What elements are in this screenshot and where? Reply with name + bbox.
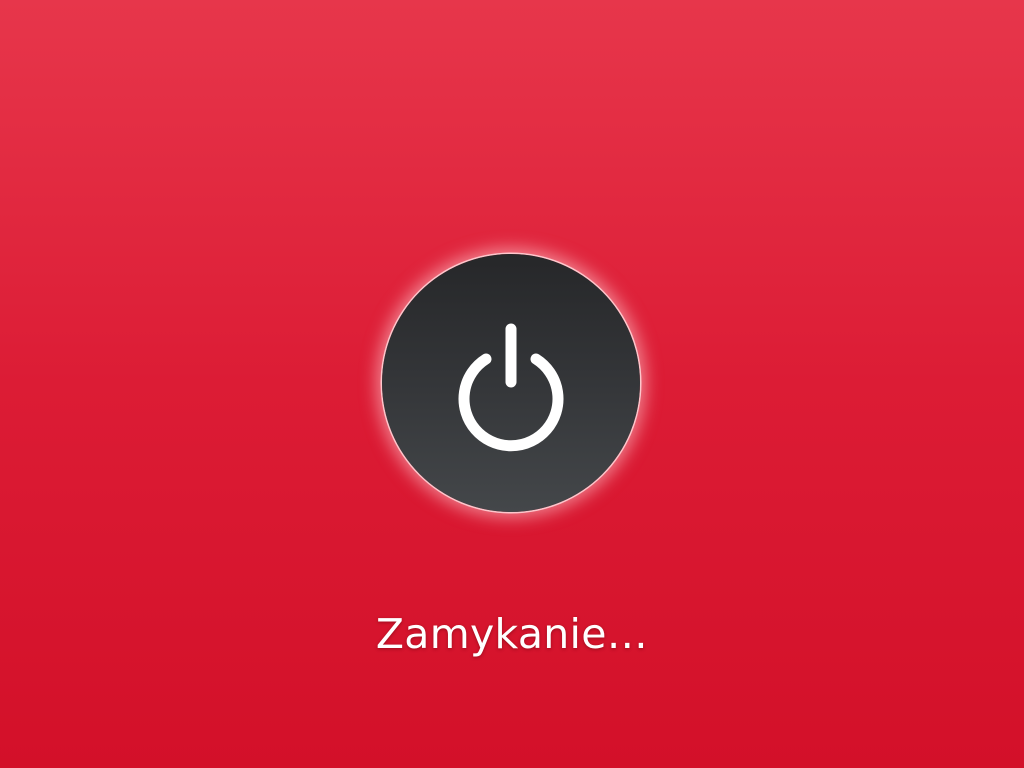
power-button <box>382 254 640 512</box>
power-icon <box>458 323 564 452</box>
status-text: Zamykanie… <box>375 610 649 658</box>
shutdown-screen: Zamykanie… <box>0 0 1024 768</box>
